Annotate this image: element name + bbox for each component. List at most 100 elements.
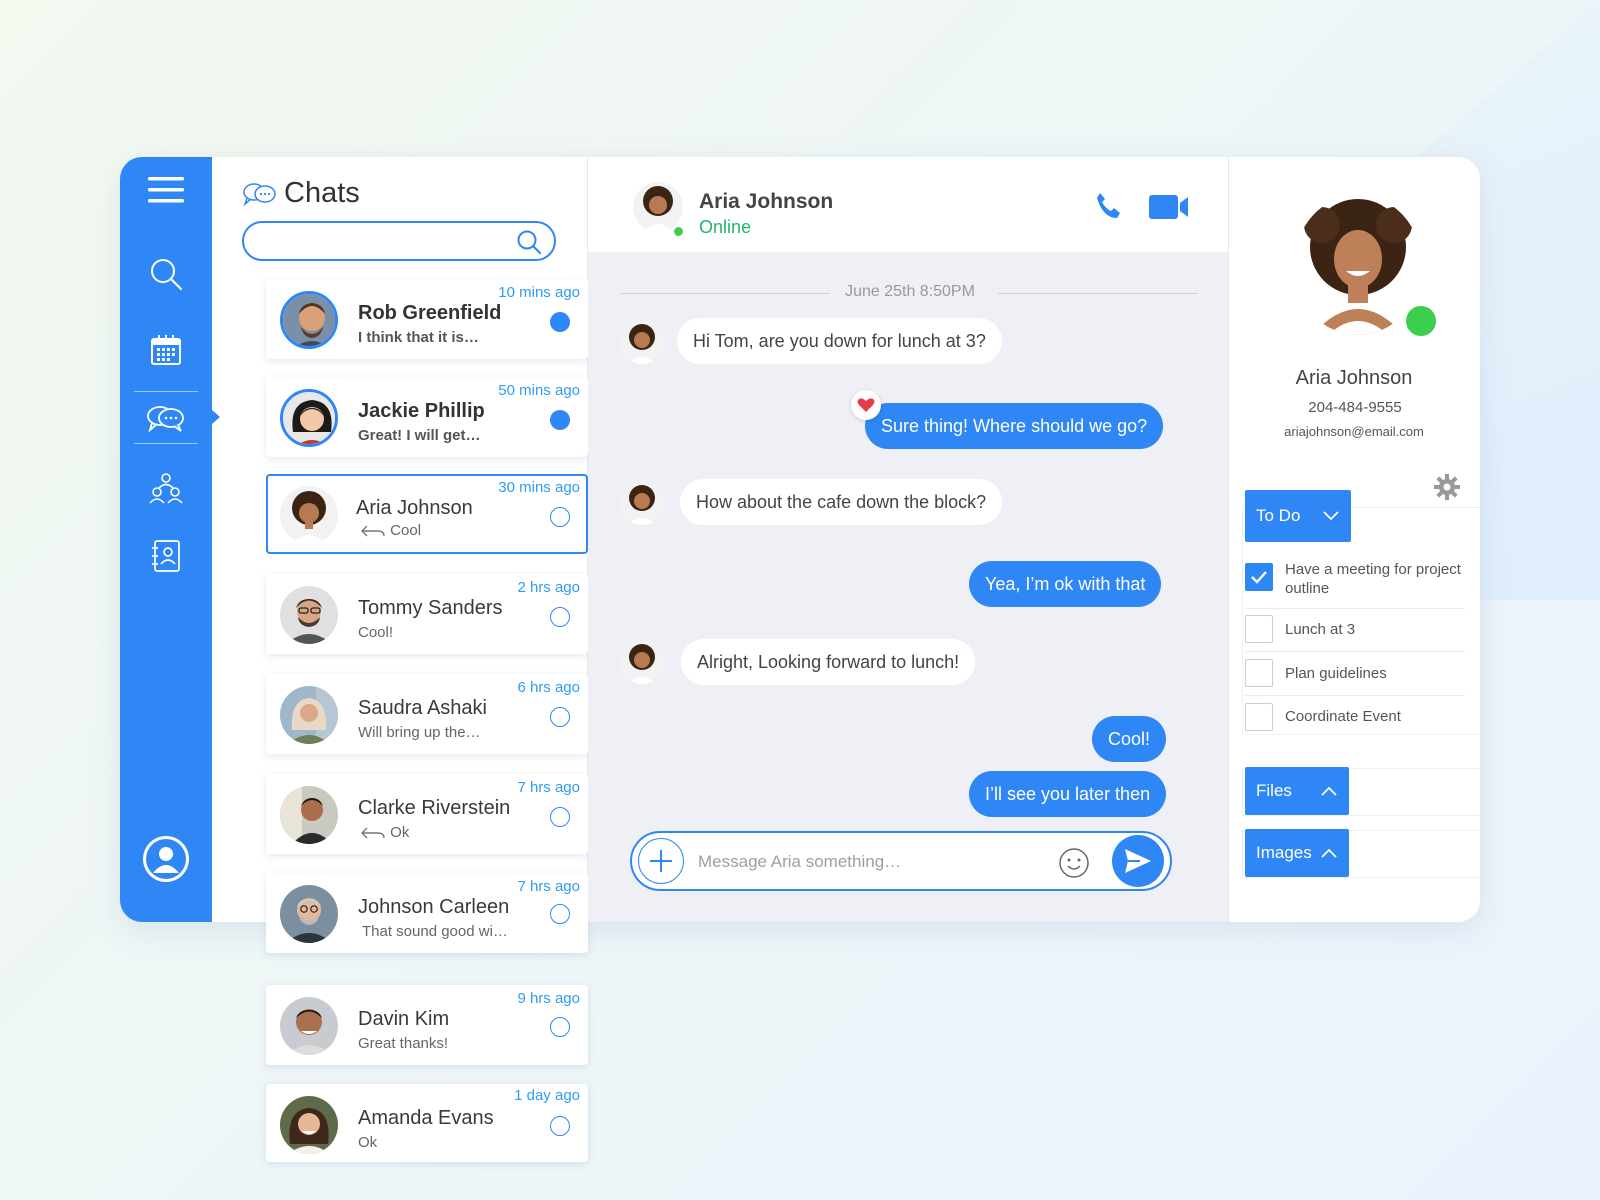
todo-dropdown-button[interactable]: To Do (1245, 490, 1351, 542)
files-dropdown-button[interactable]: Files (1245, 767, 1349, 815)
nav-divider (134, 443, 198, 444)
chat-list-item[interactable]: Rob Greenfield I think that it is… 10 mi… (266, 279, 588, 359)
incoming-message: Hi Tom, are you down for lunch at 3? (677, 318, 1002, 364)
plus-icon (650, 850, 672, 872)
read-indicator (550, 904, 570, 924)
hamburger-menu-button[interactable] (120, 165, 212, 215)
nav-rail (120, 157, 212, 922)
todo-dropdown-label: To Do (1256, 506, 1301, 525)
message-avatar (620, 481, 664, 525)
contacts-book-icon (152, 540, 180, 572)
chat-preview: Ok (360, 824, 409, 841)
chat-timestamp: 9 hrs ago (517, 990, 580, 1007)
chat-list-item[interactable]: Johnson Carleen That sound good wi… 7 hr… (266, 873, 588, 953)
todo-text: Coordinate Event (1285, 708, 1401, 725)
chat-search-box[interactable] (242, 221, 556, 261)
conversation-panel: Aria Johnson Online June 25th 8:50PM Hi … (588, 157, 1228, 922)
nav-calendar-button[interactable] (120, 325, 212, 375)
reply-arrow-icon (361, 827, 385, 839)
gear-icon (1434, 474, 1460, 500)
chat-preview: That sound good wi… (362, 923, 508, 940)
chat-list-item[interactable]: Clarke Riverstein Ok 7 hrs ago (266, 774, 588, 854)
chat-contact-name: Saudra Ashaki (358, 697, 487, 719)
todo-item: Coordinate Event (1245, 703, 1465, 733)
settings-button[interactable] (1433, 473, 1461, 506)
user-profile-button[interactable] (120, 829, 212, 889)
avatar (280, 885, 338, 943)
video-camera-icon (1149, 195, 1188, 219)
todo-checkbox[interactable] (1245, 615, 1273, 643)
attach-button[interactable] (638, 838, 684, 884)
search-icon (151, 259, 183, 291)
incoming-message: Alright, Looking forward to lunch! (681, 639, 976, 685)
contact-name: Aria Johnson (699, 190, 834, 213)
heart-icon (857, 398, 875, 412)
read-indicator (550, 1017, 570, 1037)
files-dropdown-label: Files (1256, 781, 1292, 800)
date-label: June 25th 8:50PM (845, 283, 975, 300)
reply-arrow-icon (361, 525, 385, 537)
send-button[interactable] (1112, 835, 1164, 887)
chat-list-item[interactable]: Saudra Ashaki Will bring up the… 6 hrs a… (266, 674, 588, 754)
chat-timestamp: 7 hrs ago (517, 779, 580, 796)
contact-status: Online (699, 217, 752, 237)
chat-contact-name: Clarke Riverstein (358, 797, 511, 819)
read-indicator (550, 507, 570, 527)
chat-preview: Cool! (358, 624, 394, 641)
chat-contact-name: Rob Greenfield (358, 302, 502, 324)
chat-timestamp: 7 hrs ago (517, 878, 580, 895)
chat-preview: I think that it is… (358, 329, 479, 346)
chat-list-item[interactable]: Davin Kim Great thanks! 9 hrs ago (266, 985, 588, 1065)
chat-search-input[interactable] (258, 229, 498, 253)
chat-bubbles-icon (147, 406, 184, 433)
chat-preview: Ok (358, 1134, 378, 1151)
chat-bubbles-icon (243, 182, 276, 206)
chat-list-item[interactable]: Amanda Evans Ok 1 day ago (266, 1084, 588, 1162)
search-icon[interactable] (516, 229, 542, 255)
todo-text: Plan guidelines (1285, 665, 1387, 682)
menu-icon (148, 177, 184, 203)
divider-line (998, 293, 1198, 294)
smiley-icon (1059, 848, 1089, 878)
reaction-badge[interactable] (851, 390, 881, 420)
chat-preview-text: Ok (390, 824, 410, 841)
read-indicator (550, 1116, 570, 1136)
chat-list-item[interactable]: Jackie Phillip Great! I will get… 50 min… (266, 377, 588, 457)
chat-preview-text: Cool (390, 522, 422, 539)
profile-phone: 204-484-9555 (1308, 399, 1402, 416)
emoji-button[interactable] (1058, 847, 1090, 884)
chat-contact-name: Amanda Evans (358, 1107, 494, 1129)
nav-groups-button[interactable] (120, 463, 212, 513)
chat-contact-name: Davin Kim (358, 1008, 450, 1030)
chat-list-item[interactable]: Tommy Sanders Cool! 2 hrs ago (266, 574, 588, 654)
todo-checkbox[interactable] (1245, 659, 1273, 687)
chat-timestamp: 1 day ago (514, 1087, 580, 1104)
voice-call-button[interactable] (1093, 191, 1123, 226)
date-separator: June 25th 8:50PM (620, 283, 1200, 303)
video-call-button[interactable] (1149, 194, 1189, 225)
chevron-down-icon (1323, 511, 1339, 521)
chevron-up-icon (1321, 786, 1337, 796)
message-input[interactable] (698, 849, 1038, 875)
chat-timestamp: 2 hrs ago (517, 579, 580, 596)
read-indicator (550, 607, 570, 627)
online-status-dot (672, 225, 685, 238)
group-icon (149, 473, 183, 504)
todo-text: Have a meeting for project outline (1285, 561, 1461, 597)
todo-checkbox[interactable] (1245, 563, 1273, 591)
conversation-header: Aria Johnson Online (588, 157, 1228, 252)
nav-chats-button[interactable] (120, 393, 212, 443)
outgoing-message: Sure thing! Where should we go? (865, 403, 1164, 449)
avatar (280, 486, 338, 544)
avatar (280, 586, 338, 644)
chat-list-item-selected[interactable]: Aria Johnson Cool 30 mins ago (266, 474, 588, 554)
chats-header: Chats (242, 177, 360, 210)
nav-search-button[interactable] (120, 249, 212, 299)
chat-preview: Great! I will get… (358, 427, 481, 444)
nav-contacts-button[interactable] (120, 531, 212, 581)
todo-divider (1245, 608, 1465, 609)
incoming-message: How about the cafe down the block? (680, 479, 1003, 525)
online-status-dot (1403, 303, 1439, 339)
images-dropdown-button[interactable]: Images (1245, 829, 1349, 877)
todo-checkbox[interactable] (1245, 703, 1273, 731)
